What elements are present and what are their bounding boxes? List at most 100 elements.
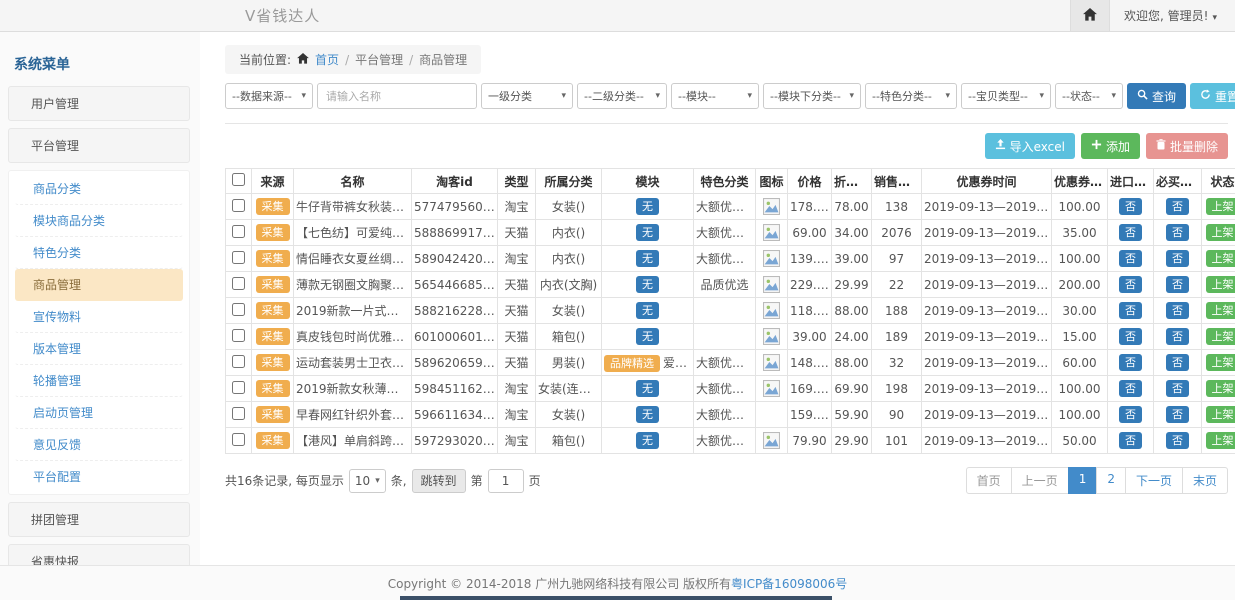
must-buy-badge[interactable]: 否 bbox=[1166, 328, 1189, 345]
must-buy-badge[interactable]: 否 bbox=[1166, 276, 1189, 293]
reset-button[interactable]: 重置 bbox=[1190, 83, 1235, 109]
pager-item-末页[interactable]: 末页 bbox=[1182, 467, 1228, 494]
search-button[interactable]: 查询 bbox=[1127, 83, 1186, 109]
sidebar-section-platform[interactable]: 平台管理 bbox=[8, 128, 190, 163]
cell-price: 178.00 bbox=[788, 194, 832, 220]
add-button[interactable]: 添加 bbox=[1081, 133, 1140, 159]
cell-source: 采集 bbox=[252, 402, 294, 428]
sidebar-item-商品分类[interactable]: 商品分类 bbox=[15, 173, 183, 205]
cell-import-select: 否 bbox=[1108, 376, 1154, 402]
import-select-badge[interactable]: 否 bbox=[1119, 276, 1142, 293]
row-checkbox[interactable] bbox=[232, 303, 245, 316]
import-select-badge[interactable]: 否 bbox=[1119, 328, 1142, 345]
filter-data-source-select[interactable]: --数据来源--▾ bbox=[225, 83, 313, 109]
user-menu[interactable]: 欢迎您, 管理员!▾ bbox=[1110, 7, 1235, 24]
row-checkbox-cell bbox=[226, 194, 252, 220]
per-page-select[interactable]: 10▾ bbox=[349, 469, 386, 493]
row-checkbox[interactable] bbox=[232, 329, 245, 342]
row-checkbox[interactable] bbox=[232, 199, 245, 212]
status-badge[interactable]: 上架 bbox=[1206, 224, 1235, 241]
jump-button[interactable]: 跳转到 bbox=[412, 469, 466, 493]
filter-feature-category-select[interactable]: --特色分类-- ▾ bbox=[865, 83, 957, 109]
product-thumbnail-icon bbox=[763, 380, 780, 397]
import-select-badge[interactable]: 否 bbox=[1119, 432, 1142, 449]
status-badge[interactable]: 上架 bbox=[1206, 198, 1235, 215]
sidebar-section-groupbuy[interactable]: 拼团管理 bbox=[8, 502, 190, 537]
import-select-badge[interactable]: 否 bbox=[1119, 380, 1142, 397]
cell-name: 真皮钱包时尚优雅女士... bbox=[294, 324, 412, 350]
import-select-badge[interactable]: 否 bbox=[1119, 354, 1142, 371]
sidebar-item-模块商品分类[interactable]: 模块商品分类 bbox=[15, 205, 183, 237]
cell-coupon-amount: 30.00 bbox=[1052, 298, 1108, 324]
sidebar-item-商品管理[interactable]: 商品管理 bbox=[15, 269, 183, 301]
name-search-input[interactable] bbox=[317, 83, 477, 109]
jump-page-input[interactable] bbox=[488, 469, 524, 493]
must-buy-badge[interactable]: 否 bbox=[1166, 380, 1189, 397]
select-all-checkbox[interactable] bbox=[232, 173, 245, 186]
import-excel-button[interactable]: 导入excel bbox=[985, 133, 1075, 159]
must-buy-badge[interactable]: 否 bbox=[1166, 354, 1189, 371]
pager-item-1[interactable]: 1 bbox=[1068, 467, 1098, 494]
filter-module-select[interactable]: --模块--▾ bbox=[671, 83, 759, 109]
status-badge[interactable]: 上架 bbox=[1206, 432, 1235, 449]
column-name: 名称 bbox=[294, 169, 412, 194]
select-value: --特色分类-- bbox=[872, 88, 932, 104]
must-buy-badge[interactable]: 否 bbox=[1166, 432, 1189, 449]
must-buy-badge[interactable]: 否 bbox=[1166, 224, 1189, 241]
sidebar-item-意见反馈[interactable]: 意见反馈 bbox=[15, 429, 183, 461]
pager-item-2[interactable]: 2 bbox=[1096, 467, 1126, 494]
filter-level2-category-select[interactable]: --二级分类--▾ bbox=[577, 83, 667, 109]
status-badge[interactable]: 上架 bbox=[1206, 276, 1235, 293]
filter-module-sub-select[interactable]: --模块下分类--▾ bbox=[763, 83, 861, 109]
cell-category: 箱包() bbox=[536, 324, 602, 350]
status-badge[interactable]: 上架 bbox=[1206, 250, 1235, 267]
cell-coupon-amount: 15.00 bbox=[1052, 324, 1108, 350]
breadcrumb-home-link[interactable]: 首页 bbox=[315, 51, 339, 68]
must-buy-badge[interactable]: 否 bbox=[1166, 198, 1189, 215]
must-buy-badge[interactable]: 否 bbox=[1166, 406, 1189, 423]
icp-link[interactable]: 粤ICP备16098006号 bbox=[731, 575, 847, 592]
status-badge[interactable]: 上架 bbox=[1206, 380, 1235, 397]
app-title: V省钱达人 bbox=[245, 5, 320, 26]
import-select-badge[interactable]: 否 bbox=[1119, 198, 1142, 215]
chevron-down-icon: ▾ bbox=[945, 91, 950, 101]
filter-item-type-select[interactable]: --宝贝类型--▾ bbox=[961, 83, 1051, 109]
status-badge[interactable]: 上架 bbox=[1206, 354, 1235, 371]
filter-status-select[interactable]: --状态--▾ bbox=[1055, 83, 1123, 109]
sidebar-item-版本管理[interactable]: 版本管理 bbox=[15, 333, 183, 365]
sidebar-item-宣传物料[interactable]: 宣传物料 bbox=[15, 301, 183, 333]
status-badge[interactable]: 上架 bbox=[1206, 406, 1235, 423]
cell-price: 69.00 bbox=[788, 220, 832, 246]
row-checkbox[interactable] bbox=[232, 251, 245, 264]
sidebar-section-express[interactable]: 省惠快报 bbox=[8, 544, 190, 565]
source-badge: 采集 bbox=[256, 380, 290, 397]
import-select-badge[interactable]: 否 bbox=[1119, 406, 1142, 423]
table-row: 采集情侣睡衣女夏丝绸男士...589042420344淘宝内衣()无大额优惠券1… bbox=[226, 246, 1235, 272]
filter-level1-category-select[interactable]: 一级分类▾ bbox=[481, 83, 573, 109]
import-select-badge[interactable]: 否 bbox=[1119, 250, 1142, 267]
row-checkbox[interactable] bbox=[232, 381, 245, 394]
status-badge[interactable]: 上架 bbox=[1206, 328, 1235, 345]
sidebar-item-平台配置[interactable]: 平台配置 bbox=[15, 461, 183, 492]
pager-item-下一页[interactable]: 下一页 bbox=[1125, 467, 1183, 494]
import-select-badge[interactable]: 否 bbox=[1119, 302, 1142, 319]
status-badge[interactable]: 上架 bbox=[1206, 302, 1235, 319]
table-row: 采集薄款无钢圈文胸聚拢性...565446685867天猫内衣(文胸)无品质优选… bbox=[226, 272, 1235, 298]
sidebar-item-轮播管理[interactable]: 轮播管理 bbox=[15, 365, 183, 397]
sidebar-section-users[interactable]: 用户管理 bbox=[8, 86, 190, 121]
row-checkbox[interactable] bbox=[232, 355, 245, 368]
must-buy-badge[interactable]: 否 bbox=[1166, 250, 1189, 267]
home-button[interactable] bbox=[1070, 0, 1110, 31]
batch-delete-button[interactable]: 批量删除 bbox=[1146, 133, 1228, 159]
import-select-badge[interactable]: 否 bbox=[1119, 224, 1142, 241]
row-checkbox[interactable] bbox=[232, 433, 245, 446]
module-badge: 无 bbox=[636, 380, 659, 397]
must-buy-badge[interactable]: 否 bbox=[1166, 302, 1189, 319]
cell-status: 上架 bbox=[1202, 350, 1235, 376]
cell-name: 情侣睡衣女夏丝绸男士... bbox=[294, 246, 412, 272]
row-checkbox[interactable] bbox=[232, 407, 245, 420]
row-checkbox[interactable] bbox=[232, 277, 245, 290]
sidebar-item-启动页管理[interactable]: 启动页管理 bbox=[15, 397, 183, 429]
sidebar-item-特色分类[interactable]: 特色分类 bbox=[15, 237, 183, 269]
row-checkbox[interactable] bbox=[232, 225, 245, 238]
